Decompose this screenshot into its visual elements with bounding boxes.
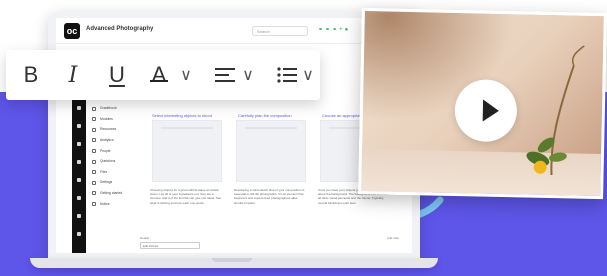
sidebar-icon[interactable]: [77, 232, 81, 236]
sidebar-icon[interactable]: [77, 196, 81, 200]
image-placeholder[interactable]: [152, 120, 222, 182]
align-left-icon: [215, 68, 235, 82]
app-title: Advanced Photography: [86, 26, 154, 32]
sidebar-icon[interactable]: [77, 124, 81, 128]
link-icon[interactable]: ⚭: [325, 27, 332, 33]
modules-icon: [92, 117, 96, 122]
menu-item[interactable]: Resources: [90, 124, 146, 135]
image-placeholder[interactable]: [236, 120, 306, 182]
sidebar-icon[interactable]: [77, 214, 81, 218]
analytics-icon: [92, 138, 96, 143]
menu-item[interactable]: Gradebook: [90, 103, 146, 114]
resources-icon: [92, 127, 96, 132]
menu-item[interactable]: Settings: [90, 177, 146, 188]
align-button[interactable]: [212, 50, 238, 100]
chevron-down-icon: ∨: [180, 67, 192, 84]
select-dropdown[interactable]: Edit Picture: [140, 242, 200, 249]
sidebar-icon[interactable]: [77, 178, 81, 182]
link-icon[interactable]: ⚭: [318, 27, 325, 33]
dark-sidebar: [72, 82, 86, 253]
people-icon: [92, 149, 96, 154]
plant-sprig-image: [526, 45, 585, 176]
sidebar-icon[interactable]: [77, 142, 81, 146]
bold-button[interactable]: B: [16, 50, 46, 100]
underline-button[interactable]: U: [102, 50, 132, 100]
column-text: Choosing objects for a great still life …: [150, 188, 222, 205]
list-dropdown[interactable]: ∨: [298, 50, 318, 100]
video-player[interactable]: [358, 8, 607, 200]
play-icon: [482, 99, 500, 122]
chevron-down-icon: ∨: [302, 67, 314, 84]
menu-item[interactable]: Files: [90, 167, 146, 178]
column-heading: Select interesting objects to shoot: [152, 113, 212, 118]
settings-icon: [92, 180, 96, 185]
question-icon: [92, 159, 96, 164]
align-dropdown[interactable]: ∨: [238, 50, 258, 100]
play-button[interactable]: [454, 78, 518, 143]
menu-item[interactable]: Questions: [90, 156, 146, 167]
column-heading: Carefully plan the composition: [238, 113, 292, 118]
chevron-down-icon: ∨: [242, 67, 254, 84]
menu-item[interactable]: Notice: [90, 199, 146, 210]
avatar-icon[interactable]: ●: [345, 27, 351, 33]
text-color-button[interactable]: A: [144, 50, 174, 100]
column-text: Developing a solid sketch idea of your c…: [234, 188, 305, 205]
files-icon: [92, 170, 96, 175]
section-subhead: Details: [140, 236, 150, 240]
formatting-toolbar: B I U A ∨ ∨ ∨: [6, 50, 320, 100]
corner-label[interactable]: Add note: [387, 236, 399, 240]
column-heading: Choose an appropriate: [322, 113, 363, 118]
search-input[interactable]: Search: [252, 26, 308, 36]
italic-button[interactable]: I: [58, 50, 88, 100]
sidebar-icon[interactable]: [77, 106, 81, 110]
course-menu: Welcome Assignments Gradebook Modules Re…: [90, 82, 146, 209]
color-bar: [149, 80, 169, 82]
bullet-list-icon: [277, 67, 297, 83]
menu-item[interactable]: Modules: [90, 114, 146, 125]
gradebook-icon: [92, 106, 96, 111]
notice-icon: [92, 202, 96, 207]
menu-item[interactable]: Getting started: [90, 188, 146, 199]
sidebar-icon[interactable]: [77, 160, 81, 164]
laptop-notch: [212, 258, 252, 262]
start-icon: [92, 191, 96, 196]
menu-item[interactable]: Analytics: [90, 135, 146, 146]
app-header: oc Advanced Photography Search ⚭⚭⚭+●: [56, 18, 412, 44]
text-color-dropdown[interactable]: ∨: [176, 50, 196, 100]
list-button[interactable]: [274, 50, 300, 100]
app-logo: oc: [64, 23, 80, 39]
menu-item[interactable]: People: [90, 146, 146, 157]
header-icons[interactable]: ⚭⚭⚭+●: [318, 26, 350, 33]
